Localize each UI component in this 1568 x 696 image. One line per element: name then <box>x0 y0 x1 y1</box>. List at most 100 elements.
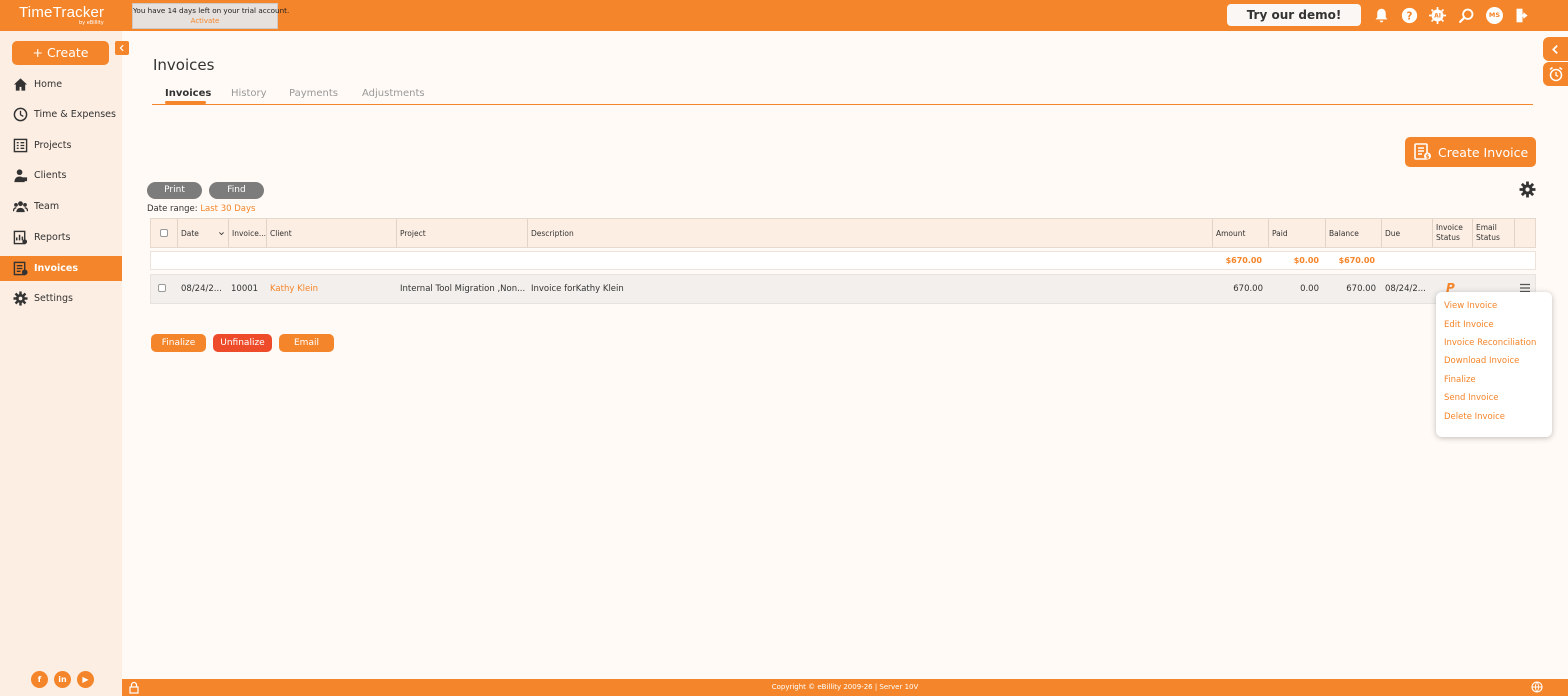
logout-icon[interactable] <box>1513 6 1532 25</box>
sidebar-item-projects[interactable]: Projects <box>0 133 122 158</box>
cell-description: Invoice forKathy Klein <box>531 284 624 294</box>
column-header-invoice-status[interactable]: Invoice Status <box>1433 219 1473 247</box>
cell-amount: 670.00 <box>1233 284 1263 294</box>
column-header-project[interactable]: Project <box>397 219 528 247</box>
column-header-email-status[interactable]: Email Status <box>1473 219 1515 247</box>
date-range-label: Date range: <box>147 204 198 214</box>
settings-icon <box>12 291 28 307</box>
chevron-left-icon <box>119 44 124 52</box>
invoices-icon <box>12 261 28 277</box>
total-paid: $0.00 <box>1293 256 1319 265</box>
column-header-paid[interactable]: Paid <box>1269 219 1326 247</box>
menu-item-view-invoice[interactable]: View Invoice <box>1444 301 1497 311</box>
globe-icon[interactable] <box>1531 681 1543 693</box>
select-all-column <box>151 219 178 247</box>
logo-text: TimeTracker <box>19 4 105 21</box>
column-header-description[interactable]: Description <box>528 219 1213 247</box>
active-tab-indicator <box>165 101 206 104</box>
svg-text:$: $ <box>1425 153 1429 160</box>
column-header-actions <box>1515 219 1535 247</box>
tab-invoices[interactable]: Invoices <box>165 88 211 99</box>
grid-settings-gear-icon[interactable] <box>1519 181 1536 198</box>
clients-icon <box>12 168 28 184</box>
app-logo[interactable]: TimeTracker by eBillity <box>19 4 105 26</box>
sidebar-item-clients[interactable]: Clients <box>0 163 122 188</box>
column-header-client[interactable]: Client <box>267 219 397 247</box>
trial-text: You have 14 days left on your trial acco… <box>133 6 290 15</box>
sidebar-item-home[interactable]: Home <box>0 72 122 97</box>
sidebar-item-label: Team <box>34 201 60 212</box>
menu-item-delete-invoice[interactable]: Delete Invoice <box>1444 412 1505 422</box>
facebook-icon[interactable]: f <box>31 671 48 688</box>
menu-item-finalize[interactable]: Finalize <box>1444 375 1476 385</box>
sidebar: + Create Home Time & Expenses Projects C… <box>0 31 129 696</box>
youtube-icon[interactable]: ▶ <box>77 671 94 688</box>
total-amount: $670.00 <box>1225 256 1262 265</box>
select-all-checkbox[interactable] <box>160 229 168 237</box>
menu-item-edit-invoice[interactable]: Edit Invoice <box>1444 320 1494 330</box>
tab-adjustments[interactable]: Adjustments <box>362 88 425 99</box>
column-header-balance[interactable]: Balance <box>1326 219 1382 247</box>
linkedin-icon[interactable]: in <box>54 671 71 688</box>
team-icon <box>12 199 28 215</box>
collapse-sidebar-button[interactable] <box>115 41 129 55</box>
create-invoice-label: Create Invoice <box>1438 144 1529 160</box>
menu-item-invoice-reconciliation[interactable]: Invoice Reconciliation <box>1444 338 1536 348</box>
right-panel-toggle[interactable] <box>1543 37 1568 61</box>
menu-item-send-invoice[interactable]: Send Invoice <box>1444 393 1499 403</box>
find-button[interactable]: Find <box>209 182 264 199</box>
user-avatar[interactable]: MS <box>1486 7 1503 24</box>
tab-history[interactable]: History <box>231 88 267 99</box>
finalize-button[interactable]: Finalize <box>151 334 206 352</box>
copyright-text: Copyright © eBillity 2009-26 | Server 10… <box>771 683 919 691</box>
sidebar-item-time-expenses[interactable]: Time & Expenses <box>0 102 122 127</box>
timer-tab[interactable] <box>1543 62 1568 86</box>
page-title: Invoices <box>153 56 215 74</box>
cell-due: 08/24/2... <box>1385 284 1426 294</box>
chevron-down-icon <box>219 232 224 236</box>
bell-icon[interactable] <box>1372 6 1391 25</box>
sidebar-item-reports[interactable]: Reports <box>0 225 122 250</box>
chevron-left-icon <box>1552 44 1558 54</box>
search-icon[interactable] <box>1457 6 1476 25</box>
ai-icon[interactable]: AI <box>1428 6 1447 25</box>
email-button[interactable]: Email <box>279 334 334 352</box>
column-header-due[interactable]: Due <box>1382 219 1433 247</box>
sidebar-item-label: Clients <box>34 170 67 181</box>
sidebar-item-settings[interactable]: Settings <box>0 286 122 311</box>
cell-invoice-number: 10001 <box>231 284 259 294</box>
invoice-tabs: Invoices History Payments Adjustments <box>152 86 1533 105</box>
menu-item-download-invoice[interactable]: Download Invoice <box>1444 356 1519 366</box>
clock-icon <box>12 107 28 123</box>
column-header-amount[interactable]: Amount <box>1213 219 1269 247</box>
home-icon <box>12 77 28 93</box>
print-button[interactable]: Print <box>147 182 202 199</box>
column-header-invoice[interactable]: Invoice... <box>229 219 267 247</box>
sidebar-item-label: Reports <box>34 232 71 243</box>
svg-text:?: ? <box>1407 11 1413 22</box>
cell-project: Internal Tool Migration ,Non... <box>400 284 525 294</box>
activate-link[interactable]: Activate <box>133 17 277 25</box>
grid-header: Date Invoice... Client Project Descripti… <box>150 218 1536 248</box>
row-actions-menu: View Invoice Edit Invoice Invoice Reconc… <box>1436 292 1552 437</box>
sidebar-item-invoices[interactable]: Invoices <box>0 256 122 281</box>
table-row[interactable]: 08/24/2... 10001 Kathy Klein Internal To… <box>150 274 1536 304</box>
sidebar-item-team[interactable]: Team <box>0 194 122 219</box>
column-label: Date <box>181 228 199 238</box>
create-invoice-button[interactable]: $ Create Invoice <box>1405 137 1536 167</box>
top-bar: TimeTracker by eBillity You have 14 days… <box>0 0 1568 31</box>
help-icon[interactable]: ? <box>1400 6 1419 25</box>
column-header-date[interactable]: Date <box>178 219 229 247</box>
totals-row: $670.00 $0.00 $670.00 <box>150 251 1536 270</box>
row-checkbox[interactable] <box>158 284 166 292</box>
try-demo-button[interactable]: Try our demo! <box>1227 4 1361 26</box>
sidebar-item-label: Time & Expenses <box>34 109 116 120</box>
create-button[interactable]: + Create <box>12 41 109 65</box>
date-range-link[interactable]: Last 30 Days <box>200 204 255 214</box>
unfinalize-button[interactable]: Unfinalize <box>213 334 272 352</box>
cell-client-link[interactable]: Kathy Klein <box>270 284 394 294</box>
cell-balance: 670.00 <box>1346 284 1376 294</box>
cell-paid: 0.00 <box>1300 284 1319 294</box>
tab-payments[interactable]: Payments <box>289 88 338 99</box>
sidebar-item-label: Home <box>34 79 63 90</box>
